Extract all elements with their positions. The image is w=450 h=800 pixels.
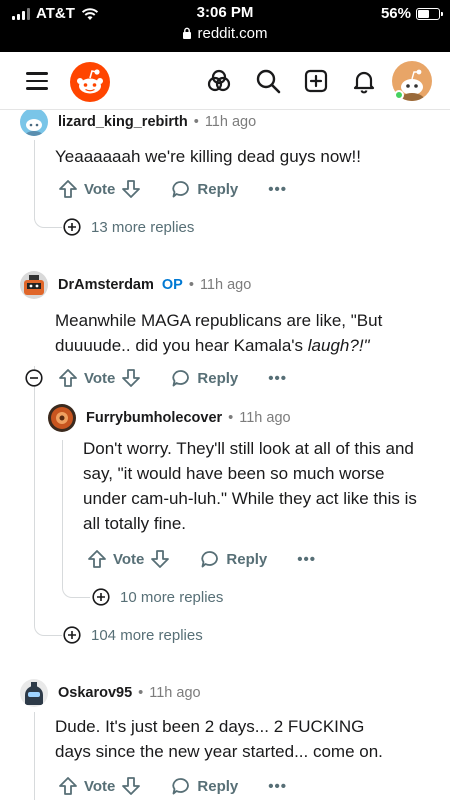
avatar[interactable] bbox=[20, 679, 48, 707]
vote-label: Vote bbox=[113, 550, 145, 568]
comment-username[interactable]: Oskarov95 bbox=[58, 685, 132, 701]
thread-line bbox=[34, 140, 35, 220]
thread-line bbox=[62, 440, 63, 580]
comment-actions: Vote Reply ••• bbox=[58, 366, 287, 390]
more-replies-label: 13 more replies bbox=[91, 218, 195, 236]
vote-group: Vote bbox=[58, 368, 141, 388]
more-options-icon[interactable]: ••• bbox=[268, 181, 287, 198]
reply-label: Reply bbox=[226, 550, 268, 568]
avatar[interactable] bbox=[48, 404, 76, 432]
reddit-logo[interactable] bbox=[70, 62, 110, 102]
comment-body: Dude. It's just been 2 days... 2 FUCKING… bbox=[55, 717, 383, 761]
separator-dot: • bbox=[188, 277, 194, 293]
more-options-icon[interactable]: ••• bbox=[268, 370, 287, 387]
comment-username[interactable]: lizard_king_rebirth bbox=[58, 114, 188, 130]
avatar[interactable] bbox=[20, 271, 48, 299]
reply-icon bbox=[201, 551, 219, 568]
status-right: 56% bbox=[380, 5, 443, 22]
snoo-icon bbox=[77, 69, 103, 94]
battery-icon bbox=[416, 7, 443, 20]
comment-timestamp: 11h ago bbox=[199, 277, 252, 293]
more-options-icon[interactable]: ••• bbox=[297, 551, 316, 568]
comment-username[interactable]: DrAmsterdam bbox=[58, 277, 154, 293]
upvote-icon[interactable] bbox=[58, 179, 78, 199]
downvote-icon[interactable] bbox=[150, 549, 170, 569]
more-replies-link[interactable]: 13 more replies bbox=[63, 218, 194, 236]
more-replies-label: 10 more replies bbox=[120, 588, 224, 606]
thread-line bbox=[34, 406, 35, 616]
comment-body-emphasis: laugh?!" bbox=[307, 336, 370, 355]
vote-label: Vote bbox=[84, 180, 116, 198]
separator-dot: • bbox=[193, 114, 199, 130]
more-options-icon[interactable]: ••• bbox=[268, 778, 287, 795]
vote-group: Vote bbox=[58, 776, 141, 796]
avatar[interactable] bbox=[20, 110, 48, 136]
upvote-icon[interactable] bbox=[87, 549, 107, 569]
reply-icon bbox=[172, 778, 190, 795]
thread-line bbox=[34, 616, 62, 636]
battery-percent: 56% bbox=[380, 5, 411, 22]
online-status-dot bbox=[394, 90, 404, 100]
expand-plus-icon bbox=[92, 588, 110, 606]
comment-header: Oskarov95 • 11h ago bbox=[20, 679, 201, 707]
reddit-header bbox=[0, 52, 450, 110]
reply-button[interactable]: Reply bbox=[200, 549, 267, 569]
vote-label: Vote bbox=[84, 369, 116, 387]
vote-group: Vote bbox=[87, 549, 170, 569]
reply-label: Reply bbox=[197, 180, 239, 198]
downvote-icon[interactable] bbox=[121, 368, 141, 388]
url-bar[interactable]: reddit.com bbox=[0, 25, 450, 42]
reply-button[interactable]: Reply bbox=[171, 776, 238, 796]
comment-body: Yeaaaaaah we're killing dead guys now!! bbox=[55, 147, 361, 166]
downvote-icon[interactable] bbox=[121, 776, 141, 796]
url-text: reddit.com bbox=[197, 25, 268, 42]
more-replies-link[interactable]: 10 more replies bbox=[92, 588, 223, 606]
lock-icon bbox=[183, 27, 192, 39]
expand-plus-icon bbox=[63, 218, 81, 236]
thread-line bbox=[34, 210, 62, 228]
comment-thread: lizard_king_rebirth • 11h ago Yeaaaaaah … bbox=[0, 110, 450, 800]
op-badge: OP bbox=[161, 277, 183, 293]
separator-dot: • bbox=[138, 685, 144, 701]
comment-header: lizard_king_rebirth • 11h ago bbox=[20, 110, 256, 136]
reply-icon bbox=[172, 370, 190, 387]
reply-label: Reply bbox=[197, 777, 239, 795]
reply-label: Reply bbox=[197, 369, 239, 387]
collapse-thread-icon[interactable] bbox=[25, 369, 43, 387]
create-post-icon[interactable] bbox=[303, 68, 329, 94]
battery-fill bbox=[418, 9, 430, 18]
comment-timestamp: 11h ago bbox=[204, 114, 257, 130]
reply-button[interactable]: Reply bbox=[171, 179, 238, 199]
separator-dot: • bbox=[228, 410, 234, 426]
notification-bell-icon[interactable] bbox=[351, 68, 377, 94]
upvote-icon[interactable] bbox=[58, 776, 78, 796]
comment-header: DrAmsterdam OP • 11h ago bbox=[20, 271, 251, 299]
vote-group: Vote bbox=[58, 179, 141, 199]
vote-label: Vote bbox=[84, 777, 116, 795]
comment-actions: Vote Reply ••• bbox=[58, 177, 287, 201]
menu-icon[interactable] bbox=[26, 72, 48, 90]
more-replies-label: 104 more replies bbox=[91, 626, 203, 644]
comment-username[interactable]: Furrybumholecover bbox=[86, 410, 222, 426]
comment-actions: Vote Reply ••• bbox=[87, 547, 316, 571]
reply-button[interactable]: Reply bbox=[171, 368, 238, 388]
comment-body: Meanwhile MAGA republicans are like, "Bu… bbox=[55, 308, 400, 358]
thread-line bbox=[62, 578, 90, 598]
comment-body: Don't worry. They'll still look at all o… bbox=[83, 439, 417, 533]
downvote-icon[interactable] bbox=[121, 179, 141, 199]
comment-timestamp: 11h ago bbox=[149, 685, 201, 701]
status-bar: AT&T 3:06 PM reddit.com 56% bbox=[0, 0, 450, 52]
upvote-icon[interactable] bbox=[58, 368, 78, 388]
community-icon[interactable] bbox=[206, 68, 232, 94]
comment-timestamp: 11h ago bbox=[239, 410, 291, 426]
more-replies-link[interactable]: 104 more replies bbox=[63, 626, 203, 644]
search-icon[interactable] bbox=[255, 68, 281, 94]
comment-header: Furrybumholecover • 11h ago bbox=[48, 404, 291, 432]
reply-icon bbox=[172, 181, 190, 198]
thread-line bbox=[34, 712, 35, 800]
expand-plus-icon bbox=[63, 626, 81, 644]
comment-actions: Vote Reply ••• bbox=[58, 774, 287, 798]
